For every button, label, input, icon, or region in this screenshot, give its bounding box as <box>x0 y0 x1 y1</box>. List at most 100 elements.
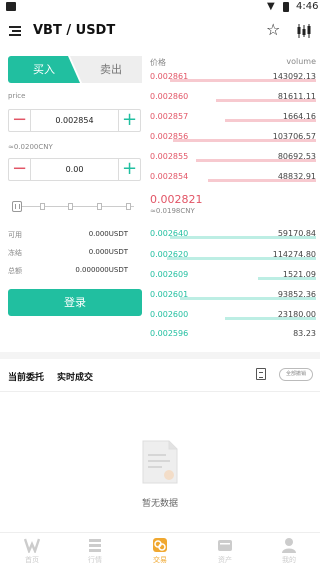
price-increase-button[interactable]: + <box>118 110 140 131</box>
slider-tick-50[interactable] <box>68 203 73 210</box>
wifi-icon: ▼ <box>267 1 275 12</box>
clock: 4:46 <box>296 1 319 12</box>
section-divider <box>0 352 320 359</box>
nav-home[interactable]: 首页 <box>7 535 57 568</box>
bid-row[interactable]: 0.002601 93852.36 <box>150 289 316 301</box>
price-decrease-button[interactable]: − <box>9 110 31 131</box>
profile-icon <box>282 538 296 553</box>
login-button[interactable]: 登录 <box>8 289 142 316</box>
bid-price: 0.002620 <box>150 250 189 259</box>
bid-row[interactable]: 0.002620 114274.80 <box>150 249 316 261</box>
notification-icon <box>6 2 16 11</box>
nav-assets[interactable]: 资产 <box>200 535 250 568</box>
amount-decrease-button[interactable]: − <box>9 159 31 180</box>
empty-state-text: 暂无数据 <box>141 499 178 509</box>
assets-icon <box>218 540 232 551</box>
balance-label: 总额 <box>8 267 22 275</box>
nav-label: 行情 <box>88 556 102 564</box>
balance-value: 0.000000USDT <box>75 266 128 274</box>
status-bar: ▼ 4:46 <box>0 0 320 14</box>
ask-price: 0.002860 <box>150 92 189 101</box>
favorite-star-icon[interactable]: ☆ <box>266 22 280 38</box>
cancel-all-button[interactable]: 全部撤销 <box>279 368 313 381</box>
tab-current-orders[interactable]: 当前委托 <box>8 370 44 383</box>
ask-row[interactable]: 0.002860 81611.11 <box>150 91 316 103</box>
nav-trade[interactable]: 交易 <box>135 535 185 568</box>
balance-available: 可用 0.000USDT <box>8 230 128 240</box>
ask-price: 0.002856 <box>150 132 189 141</box>
bottom-nav: 首页 行情 交易 资产 我的 <box>0 532 320 568</box>
balance-total: 总额 0.000000USDT <box>8 266 128 276</box>
bid-row[interactable]: 0.002640 59170.84 <box>150 228 316 240</box>
kline-chart-icon[interactable] <box>296 23 312 39</box>
menu-icon[interactable] <box>9 26 21 36</box>
bid-volume: 1521.09 <box>282 270 316 279</box>
trade-tabs: 卖出 买入 <box>8 56 142 83</box>
ask-row[interactable]: 0.002854 48832.91 <box>150 171 316 183</box>
ask-price: 0.002855 <box>150 152 189 161</box>
amount-input[interactable]: 0.00 <box>31 159 118 180</box>
nav-label: 交易 <box>153 556 167 564</box>
bid-price: 0.002601 <box>150 290 189 299</box>
amount-stepper: − 0.00 + <box>8 158 141 181</box>
balance-value: 0.000USDT <box>88 230 128 238</box>
balance-label: 可用 <box>8 231 22 239</box>
nav-profile[interactable]: 我的 <box>264 535 314 568</box>
ask-volume: 103706.57 <box>272 132 316 141</box>
bid-volume: 114274.80 <box>272 250 316 259</box>
ask-row[interactable]: 0.002857 1664.16 <box>150 111 316 123</box>
nav-label: 资产 <box>218 556 232 564</box>
bid-price: 0.002596 <box>150 329 189 338</box>
tab-live-deals[interactable]: 实时成交 <box>57 370 93 383</box>
slider-tick-100[interactable] <box>126 203 131 210</box>
ask-volume: 1664.16 <box>282 112 316 121</box>
nav-market[interactable]: 行情 <box>70 535 120 568</box>
empty-document-icon <box>142 440 178 484</box>
slider-tick-25[interactable] <box>40 203 45 210</box>
bid-volume: 83.23 <box>293 329 316 338</box>
amount-increase-button[interactable]: + <box>118 159 140 180</box>
balance-value: 0.000USDT <box>88 248 128 256</box>
home-icon <box>24 538 40 553</box>
bid-volume: 93852.36 <box>277 290 316 299</box>
volume-column-header: volume <box>286 57 316 66</box>
ask-price: 0.002857 <box>150 112 189 121</box>
pair-title[interactable]: VBT / USDT <box>33 23 115 38</box>
nav-label: 我的 <box>282 556 296 564</box>
ask-volume: 143092.13 <box>272 72 316 81</box>
slider-track <box>16 206 134 207</box>
slider-tick-75[interactable] <box>97 203 102 210</box>
balance-frozen: 冻结 0.000USDT <box>8 248 128 258</box>
ask-price: 0.002861 <box>150 72 189 81</box>
bid-row[interactable]: 0.002596 83.23 <box>150 328 316 340</box>
price-column-header: 价格 <box>150 58 166 67</box>
amount-slider[interactable] <box>12 200 134 214</box>
ask-row[interactable]: 0.002861 143092.13 <box>150 71 316 83</box>
bid-row[interactable]: 0.002600 23180.00 <box>150 309 316 321</box>
price-input[interactable]: 0.002854 <box>31 110 118 131</box>
order-history-icon[interactable] <box>256 368 266 380</box>
price-label: price <box>8 92 26 100</box>
trade-icon <box>153 538 167 552</box>
ask-row[interactable]: 0.002855 80692.53 <box>150 151 316 163</box>
price-stepper: − 0.002854 + <box>8 109 141 132</box>
orders-header: 当前委托 实时成交 全部撤销 <box>0 360 320 392</box>
ask-price: 0.002854 <box>150 172 189 181</box>
bid-price: 0.002640 <box>150 229 189 238</box>
ask-volume: 48832.91 <box>277 172 316 181</box>
bid-price: 0.002609 <box>150 270 189 279</box>
bid-volume: 59170.84 <box>277 229 316 238</box>
slider-handle[interactable] <box>12 201 22 212</box>
balance-label: 冻结 <box>8 249 22 257</box>
bid-row[interactable]: 0.002609 1521.09 <box>150 269 316 281</box>
tab-buy[interactable]: 买入 <box>8 56 80 83</box>
ask-row[interactable]: 0.002856 103706.57 <box>150 131 316 143</box>
price-cny: ≈0.0200CNY <box>8 143 53 151</box>
tab-sell[interactable]: 卖出 <box>70 56 142 83</box>
orderbook-header: 价格 volume <box>150 57 316 67</box>
ask-volume: 80692.53 <box>277 152 316 161</box>
last-price-cny: ≈0.0198CNY <box>150 207 195 215</box>
bid-volume: 23180.00 <box>277 310 316 319</box>
battery-icon <box>283 2 289 12</box>
bid-price: 0.002600 <box>150 310 189 319</box>
